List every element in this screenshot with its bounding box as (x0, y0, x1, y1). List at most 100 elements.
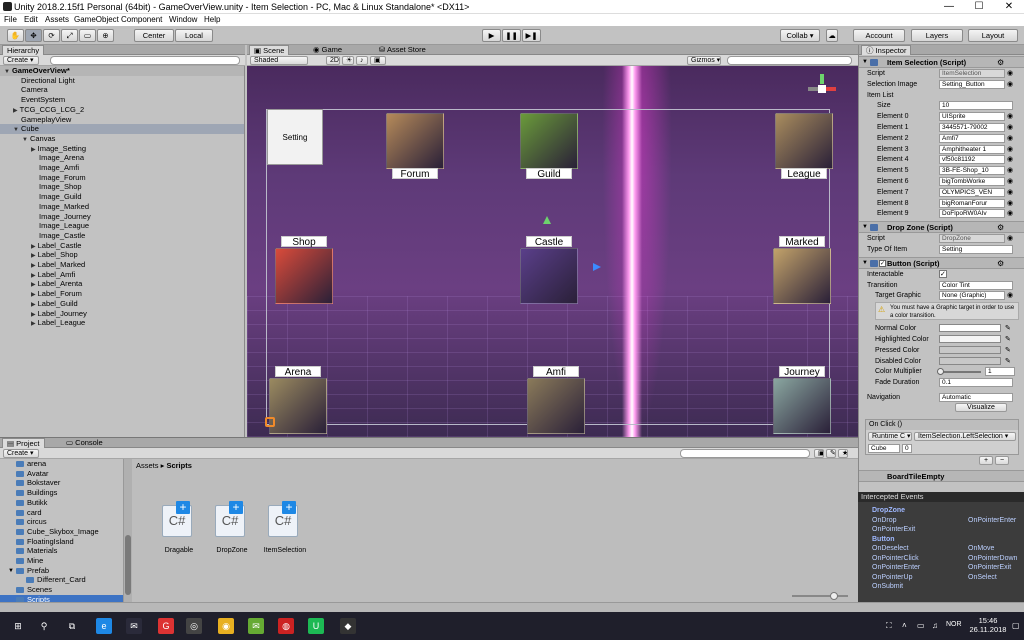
menu-component[interactable]: Component (121, 15, 162, 24)
button-component-header[interactable]: ▼ ✓ Button (Script) ⚙ (859, 256, 1024, 269)
audio-toggle-icon[interactable]: ♪ (356, 56, 368, 65)
move-tool-icon[interactable]: ✥ (25, 29, 42, 42)
eyedropper-icon[interactable]: ✎ (1005, 345, 1011, 356)
card-image[interactable] (520, 248, 578, 304)
filter-label-icon[interactable]: ✎ (826, 449, 836, 458)
hierarchy-item[interactable]: GameplayView (0, 115, 244, 125)
item-list-element-field-value[interactable]: OLYMPICS_VEN (939, 187, 1005, 197)
item-selection-component-header[interactable]: ▼ Item Selection (Script) ⚙ (859, 56, 1024, 68)
tree-arrow-icon[interactable]: ▶ (31, 282, 36, 288)
filter-type-icon[interactable]: ▣ (814, 449, 824, 458)
eyedropper-icon[interactable]: ✎ (1005, 356, 1011, 367)
hierarchy-item[interactable]: Image_Castle (0, 231, 244, 241)
hierarchy-item[interactable]: ▶ Label_Guild (0, 299, 244, 309)
card-image[interactable] (275, 248, 333, 304)
tab-asset-store[interactable]: ⛁ Asset Store (375, 45, 430, 55)
transition-dropdown-value[interactable]: Color Tint (939, 280, 1013, 290)
script-asset-tile[interactable]: C# + ItemSelection (262, 501, 308, 554)
hierarchy-item[interactable]: Image_Forum (0, 173, 244, 183)
icon-size-slider[interactable] (792, 592, 848, 600)
unity-icon[interactable]: ◆ (340, 618, 356, 634)
rotate-tool-icon[interactable]: ⟳ (43, 29, 60, 42)
item-list-element-field-value[interactable]: Amfi7 (939, 133, 1005, 143)
project-folder-item[interactable]: Mine (0, 556, 123, 566)
hierarchy-item[interactable]: ▶ Label_Journey (0, 309, 244, 319)
rect-anchor-handle[interactable] (265, 417, 275, 427)
effects-dropdown-icon[interactable]: ▣ (370, 56, 386, 65)
gizmos-dropdown[interactable]: Gizmos ▾ (687, 56, 721, 65)
color-swatch[interactable] (939, 356, 1001, 365)
object-picker-icon[interactable]: ◉ (1007, 144, 1013, 155)
multiplier-value[interactable]: 1 (985, 367, 1015, 377)
menu-assets[interactable]: Assets (45, 15, 69, 24)
project-folder-item[interactable]: Avatar (0, 469, 123, 479)
color-swatch[interactable] (939, 345, 1001, 354)
item-list-element-field-value[interactable]: 3445571-79002 (939, 123, 1005, 132)
move-gizmo-y-arrow-icon[interactable] (543, 216, 551, 224)
scene-card[interactable]: Marked (773, 236, 831, 306)
minimize-button[interactable]: — (934, 0, 964, 14)
chrome-icon[interactable]: G (158, 618, 174, 634)
edge-browser-icon[interactable]: e (96, 618, 112, 634)
hierarchy-item[interactable]: Directional Light (0, 76, 244, 86)
mail-icon[interactable]: ◎ (186, 618, 202, 634)
tree-arrow-icon[interactable]: ▶ (31, 321, 36, 327)
item-list-size-field-value[interactable]: 10 (939, 101, 1013, 111)
hierarchy-item[interactable]: ▼ GameOverView* (0, 66, 244, 76)
tab-project[interactable]: ▤ Project (2, 438, 45, 448)
foldout-arrow-icon[interactable]: ▼ (862, 57, 868, 68)
tree-arrow-icon[interactable]: ▶ (31, 147, 36, 153)
item-list-element-field-value[interactable]: Amphitheater 1 (939, 144, 1005, 154)
item-list-element-field-value[interactable]: vf50c81192 (939, 155, 1005, 165)
card-image[interactable] (269, 378, 327, 434)
tree-arrow-icon[interactable]: ▶ (31, 244, 36, 250)
project-folder-item[interactable]: circus (0, 517, 123, 527)
project-folder-item[interactable]: FloatingIsland (0, 537, 123, 547)
tab-console[interactable]: ▭ Console (62, 438, 107, 448)
pause-button[interactable]: ❚❚ (502, 29, 521, 42)
tree-arrow-icon[interactable]: ▼ (8, 566, 14, 576)
hierarchy-item[interactable]: Image_Shop (0, 182, 244, 192)
object-picker-icon[interactable]: ◉ (1007, 133, 1013, 144)
tree-arrow-icon[interactable]: ▶ (13, 108, 18, 114)
media-icon[interactable]: ✉ (248, 618, 264, 634)
object-picker-icon[interactable]: ◉ (1007, 122, 1013, 133)
onclick-object-field[interactable]: Cube (868, 443, 900, 453)
object-picker-icon[interactable]: ◉ (1007, 187, 1013, 198)
project-folder-item[interactable]: Scenes (0, 585, 123, 595)
layers-dropdown[interactable]: Layers (911, 29, 963, 42)
shield-icon[interactable]: ◍ (278, 618, 294, 634)
hierarchy-item[interactable]: ▶ Label_Marked (0, 260, 244, 270)
selection-image-field-value[interactable]: Setting_Button (939, 79, 1005, 89)
hierarchy-item[interactable]: ▶ Label_Amfi (0, 270, 244, 280)
tab-game[interactable]: ◉ Game (309, 45, 346, 55)
tree-arrow-icon[interactable]: ▼ (22, 137, 28, 143)
rect-tool-icon[interactable]: ▭ (79, 29, 96, 42)
object-picker-icon[interactable]: ◉ (1007, 111, 1013, 122)
layout-dropdown[interactable]: Layout (968, 29, 1018, 42)
search-icon[interactable]: ⚲ (36, 618, 52, 634)
component-settings-gear-icon[interactable]: ⚙ (997, 57, 1004, 68)
project-folder-item[interactable]: Materials (0, 546, 123, 556)
runtime-dropdown[interactable]: Runtime C ▾ (868, 431, 912, 441)
tray-people-icon[interactable]: ⛶ (886, 621, 892, 631)
object-picker-icon[interactable]: ◉ (1007, 176, 1013, 187)
tray-volume-icon[interactable]: ♫ (932, 621, 938, 630)
space-local-toggle[interactable]: Local (175, 29, 213, 42)
hierarchy-item[interactable]: ▶ Label_Shop (0, 250, 244, 260)
card-image[interactable] (386, 113, 444, 169)
project-folder-item[interactable]: Cube_Skybox_Image (0, 527, 123, 537)
item-list-element-field-value[interactable]: DoFlpoRW0AIv (939, 209, 1005, 219)
color-swatch[interactable] (939, 324, 1001, 333)
close-button[interactable]: ✕ (994, 0, 1024, 14)
tab-scene[interactable]: ▣ Scene (249, 45, 290, 55)
foldout-arrow-icon[interactable]: ▼ (862, 258, 868, 269)
board-tile-empty-component-header[interactable]: BoardTileEmpty (859, 469, 1024, 482)
type-of-item-dropdown-value[interactable]: Setting (939, 245, 1013, 254)
tree-arrow-icon[interactable]: ▶ (31, 292, 36, 298)
hand-tool-icon[interactable]: ✋ (7, 29, 24, 42)
multiplier-slider[interactable] (937, 368, 981, 376)
tab-inspector[interactable]: ⓘ Inspector (861, 45, 912, 55)
project-folder-item[interactable]: Butikk (0, 498, 123, 508)
transform-tool-icon[interactable]: ⊕ (97, 29, 114, 42)
